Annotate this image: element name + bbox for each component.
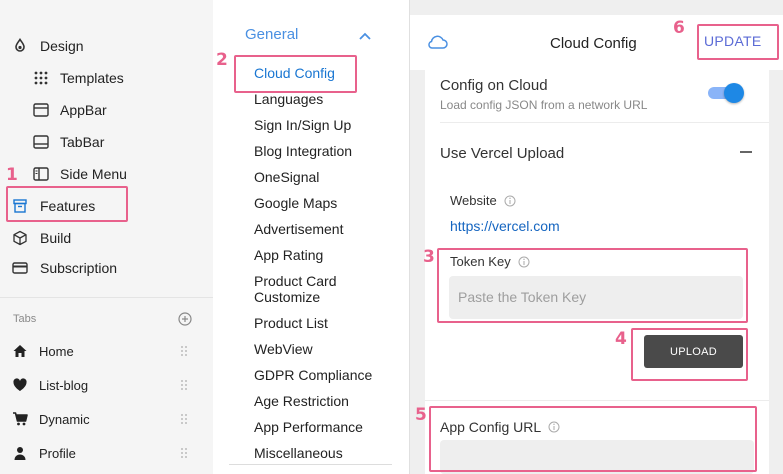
tab-item-label: Dynamic [39,411,90,427]
heart-icon [12,377,28,393]
annotation-number-1: 1 [6,165,18,185]
toggle-knob [724,83,744,103]
highlight-box-token-key [437,248,748,323]
sidebar-item-subscription[interactable]: Subscription [12,256,117,280]
menu-item-age-restriction[interactable]: Age Restriction [254,393,349,409]
highlight-box-features [6,186,128,222]
annotation-number-2: 2 [216,50,228,70]
cart-icon [12,411,28,427]
sidebar-item-appbar[interactable]: AppBar [33,98,107,122]
person-icon [12,445,28,461]
sidebar-item-build[interactable]: Build [12,226,71,250]
sidebar-item-label: Design [40,38,84,54]
menu-item-blog-integration[interactable]: Blog Integration [254,143,352,159]
sidebar-item-label: Subscription [40,260,118,276]
chevron-up-icon[interactable] [358,28,372,40]
tabs-section-label: Tabs [13,313,37,325]
cloud-config-panel: Cloud Config UPDATE Config on Cloud Load… [409,0,783,474]
annotation-number-6: 6 [673,18,685,38]
tab-item-dynamic[interactable]: Dynamic [12,408,192,430]
menu-item-sign-in[interactable]: Sign In/Sign Up [254,117,351,133]
tab-item-list-blog[interactable]: List-blog [12,374,192,396]
grid-icon [33,70,49,86]
appbar-icon [33,102,49,118]
card-icon [12,260,28,276]
tab-item-label: List-blog [39,377,89,393]
menu-item-webview[interactable]: WebView [254,341,313,357]
cloud-icon [426,34,448,50]
highlight-box-update [697,24,779,60]
menu-item-google-maps[interactable]: Google Maps [254,195,337,211]
config-on-cloud-subtitle: Load config JSON from a network URL [440,98,648,112]
annotation-number-5: 5 [415,405,427,425]
sidebar-item-design[interactable]: Design [12,34,84,58]
sidebar-item-templates[interactable]: Templates [33,66,124,90]
website-label: Website [450,193,516,208]
vercel-section-title[interactable]: Use Vercel Upload [440,145,564,162]
menu-item-miscellaneous[interactable]: Miscellaneous [254,445,343,461]
menu-item-app-rating[interactable]: App Rating [254,247,323,263]
sidebar-item-label: Templates [60,70,124,86]
menu-divider [229,464,392,465]
sidebar-item-label: Side Menu [60,166,127,182]
tab-item-profile[interactable]: Profile [12,442,192,464]
collapse-icon[interactable] [740,151,752,153]
app-sidebar: Design Templates AppBar TabBar Side Menu… [0,0,213,474]
sidebar-divider [0,297,213,298]
drag-handle-icon[interactable] [180,378,188,392]
menu-item-app-performance[interactable]: App Performance [254,419,363,435]
config-on-cloud-title: Config on Cloud [440,77,548,94]
menu-group-title[interactable]: General [245,26,298,43]
sidebar-item-label: TabBar [60,134,105,150]
website-label-text: Website [450,193,497,208]
side-menu-icon [33,166,49,182]
menu-item-onesignal[interactable]: OneSignal [254,169,319,185]
home-icon [12,343,28,359]
tab-item-label: Home [39,343,74,359]
drag-handle-icon[interactable] [180,412,188,426]
tabbar-icon [33,134,49,150]
annotation-number-4: 4 [615,329,627,349]
menu-item-languages[interactable]: Languages [254,91,323,107]
menu-item-product-card[interactable]: Product Card Customize [254,273,354,305]
highlight-box-upload [631,328,748,381]
tab-item-home[interactable]: Home [12,340,192,362]
add-tab-icon[interactable] [178,312,192,326]
config-on-cloud-toggle[interactable] [708,83,744,103]
row-divider [425,400,769,401]
menu-item-advertisement[interactable]: Advertisement [254,221,343,237]
highlight-box-app-config-url [429,406,757,472]
row-divider [440,122,769,123]
cube-icon [12,230,28,246]
menu-item-gdpr[interactable]: GDPR Compliance [254,367,372,383]
tab-item-label: Profile [39,445,76,461]
sidebar-item-label: Build [40,230,72,246]
menu-item-product-list[interactable]: Product List [254,315,328,331]
website-link[interactable]: https://vercel.com [450,218,560,234]
drag-handle-icon[interactable] [180,344,188,358]
annotation-number-3: 3 [423,247,435,267]
palette-icon [12,38,28,54]
drag-handle-icon[interactable] [180,446,188,460]
info-icon[interactable] [504,195,516,207]
highlight-box-cloud-config [234,55,357,93]
panel-title: Cloud Config [550,35,637,52]
sidebar-item-side-menu[interactable]: Side Menu [33,162,127,186]
sidebar-item-label: AppBar [60,102,107,118]
sidebar-item-tabbar[interactable]: TabBar [33,130,104,154]
